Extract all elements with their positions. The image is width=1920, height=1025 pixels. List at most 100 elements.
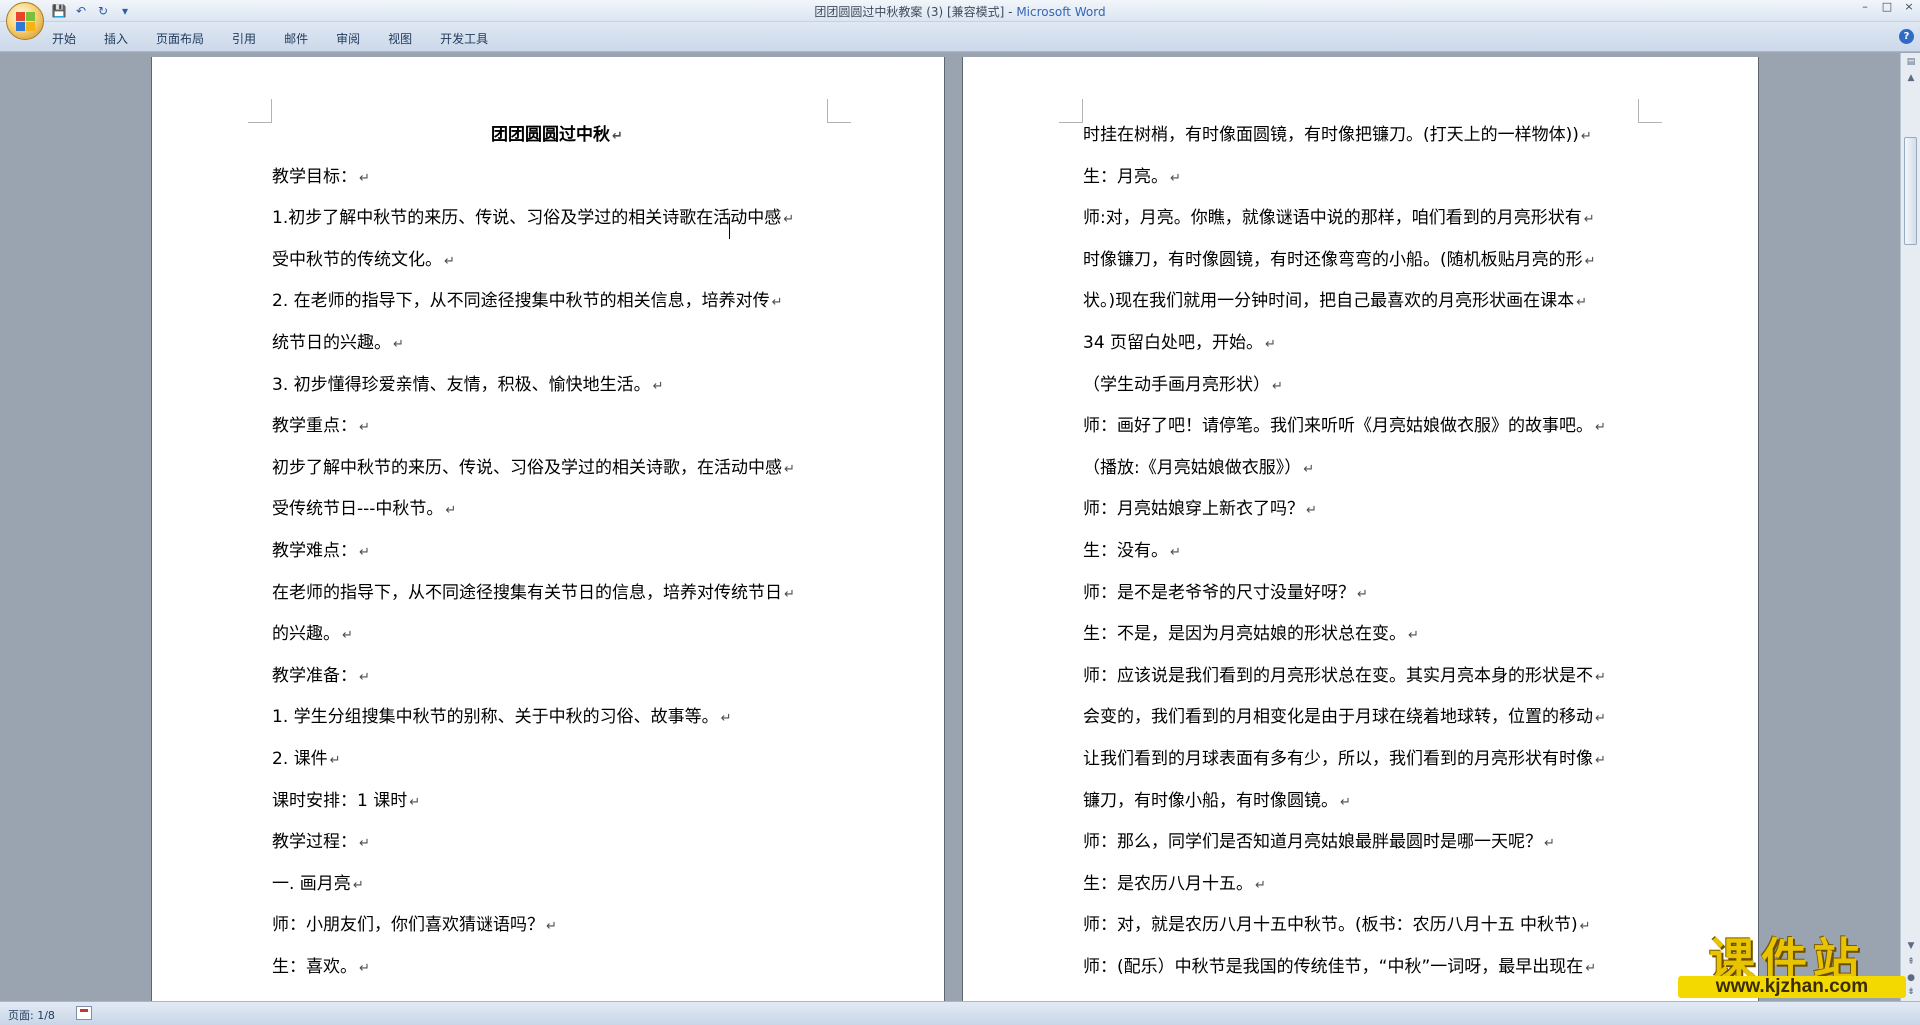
line-text: 师：画好了吧！请停笔。我们来听听《月亮姑娘做衣服》的故事吧。 [1083,416,1593,437]
vertical-scrollbar[interactable]: ▤ ▲ ▼ ⇞ ● ⇟ [1900,53,1920,1001]
paragraph-mark-icon: ↵ [1357,586,1368,602]
close-button[interactable]: × [1898,0,1920,16]
paragraph-mark-icon: ↵ [1595,752,1606,768]
tab-page-layout[interactable]: 页面布局 [156,28,204,49]
paragraph-mark-icon: ↵ [1595,420,1606,436]
document-line[interactable]: 师：那么，同学们是否知道月亮姑娘最胖最圆时是哪一天呢？ ↵ [1083,822,1663,864]
help-icon[interactable]: ? [1899,29,1914,44]
paragraph-mark-icon: ↵ [329,752,341,768]
paragraph-mark-icon: ↵ [612,129,623,144]
document-title-heading[interactable]: 团团圆圆过中秋 ↵ [272,115,842,157]
line-text: 生：喜欢。 [272,956,357,977]
document-line[interactable]: 师：对，就是农历八月十五中秋节。(板书：农历八月十五 中秋节) ↵ [1083,905,1663,947]
scrollbar-thumb[interactable] [1904,137,1917,245]
document-line[interactable]: 生：是农历八月十五。 ↵ [1083,864,1663,906]
document-line[interactable]: 师：应该说是我们看到的月亮形状总在变。其实月亮本身的形状是不 ↵ [1083,656,1663,698]
line-text: 生：没有。 [1083,540,1168,561]
document-line[interactable]: 生：月亮。 ↵ [1083,157,1663,199]
document-line[interactable]: 师：画好了吧！请停笔。我们来听听《月亮姑娘做衣服》的故事吧。 ↵ [1083,406,1663,448]
status-bar: 页面: 1/8 [0,1001,1920,1025]
macro-record-icon[interactable] [76,1006,92,1020]
paragraph-mark-icon: ↵ [1170,170,1181,186]
document-line[interactable]: 师：小朋友们，你们喜欢猜谜语吗？ ↵ [272,905,842,947]
paragraph-mark-icon: ↵ [1306,503,1317,519]
document-line[interactable]: 教学目标： ↵ [272,157,842,199]
document-line[interactable]: 镰刀，有时像小船，有时像圆镜。 ↵ [1083,781,1663,823]
document-line[interactable]: 师：月亮姑娘穿上新衣了吗？ ↵ [1083,489,1663,531]
line-text: 1. 学生分组搜集中秋节的别称、关于中秋的习俗、故事等。 [272,707,719,728]
document-line[interactable]: 时挂在树梢，有时像面圆镜，有时像把镰刀。(打天上的一样物体)) ↵ [1083,115,1663,157]
paragraph-mark-icon: ↵ [359,669,370,685]
document-line[interactable]: （播放:《月亮姑娘做衣服》） ↵ [1083,448,1663,490]
line-text: 师：是不是老爷爷的尺寸没量好呀？ [1083,582,1355,603]
line-text: 教学准备： [272,665,357,686]
minimize-button[interactable]: – [1854,0,1876,16]
paragraph-mark-icon: ↵ [359,170,370,186]
line-text: 统节日的兴趣。 [272,332,391,353]
document-line[interactable]: 时像镰刀，有时像圆镜，有时还像弯弯的小船。(随机板贴月亮的形 ↵ [1083,240,1663,282]
ruler-toggle-icon[interactable]: ▤ [1903,55,1919,69]
document-line[interactable]: 让我们看到的月球表面有多有少，所以，我们看到的月亮形状有时像 ↵ [1083,739,1663,781]
document-line[interactable]: 2. 在老师的指导下，从不同途径搜集中秋节的相关信息，培养对传 ↵ [272,281,842,323]
document-line[interactable]: 生：不是，是因为月亮姑娘的形状总在变。 ↵ [1083,614,1663,656]
tab-review[interactable]: 审阅 [336,28,360,49]
document-line[interactable]: 教学难点： ↵ [272,531,842,573]
document-line[interactable]: 教学准备： ↵ [272,656,842,698]
line-text: 时像镰刀，有时像圆镜，有时还像弯弯的小船。(随机板贴月亮的形 [1083,249,1583,270]
document-line[interactable]: 生：没有。 ↵ [1083,531,1663,573]
document-line[interactable]: 2. 课件 ↵ [272,739,842,781]
paragraph-mark-icon: ↵ [1595,711,1606,727]
tab-references[interactable]: 引用 [232,28,256,49]
tab-home[interactable]: 开始 [52,28,76,49]
document-page-1[interactable]: 团团圆圆过中秋 ↵ 教学目标： ↵ 1.初步了解中秋节的来历、传说、习俗及学过的相关诗歌… [151,57,945,1001]
line-text: 会变的，我们看到的月相变化是由于月球在绕着地球转，位置的移动 [1083,707,1593,728]
paragraph-mark-icon: ↵ [409,794,421,810]
document-line[interactable]: 在老师的指导下，从不同途径搜集有关节日的信息，培养对传统节日 ↵ [272,573,842,615]
document-line[interactable]: 师：是不是老爷爷的尺寸没量好呀？ ↵ [1083,573,1663,615]
app-name: Microsoft Word [1016,5,1106,19]
paragraph-mark-icon: ↵ [1595,669,1606,685]
document-line[interactable]: 教学过程： ↵ [272,822,842,864]
line-text: 的兴趣。 [272,624,340,645]
document-line[interactable]: （学生动手画月亮形状） ↵ [1083,365,1663,407]
paragraph-mark-icon: ↵ [1544,836,1555,852]
tab-developer[interactable]: 开发工具 [440,28,488,49]
document-line[interactable]: 受传统节日---中秋节。 ↵ [272,489,842,531]
scroll-up-icon[interactable]: ▲ [1903,71,1919,85]
tab-mailings[interactable]: 邮件 [284,28,308,49]
document-line[interactable]: 3. 初步懂得珍爱亲情、友情，积极、愉快地生活。 ↵ [272,365,842,407]
line-text: 34 页留白处吧，开始。 [1083,332,1264,353]
office-button[interactable] [6,2,44,40]
paragraph-mark-icon: ↵ [771,295,783,311]
document-line[interactable]: 课时安排：1 课时 ↵ [272,781,842,823]
page-2-text[interactable]: 时挂在树梢，有时像面圆镜，有时像把镰刀。(打天上的一样物体)) ↵ 生：月亮。 ↵ 师:… [1083,115,1663,988]
document-line[interactable]: 受中秋节的传统文化。 ↵ [272,240,842,282]
document-line[interactable]: 1.初步了解中秋节的来历、传说、习俗及学过的相关诗歌在活动中感 ↵ [272,198,842,240]
ribbon: 开始 插入 页面布局 引用 邮件 审阅 视图 开发工具 ? [0,22,1920,52]
document-line[interactable]: 生：喜欢。 ↵ [272,947,842,989]
document-page-2[interactable]: 时挂在树梢，有时像面圆镜，有时像把镰刀。(打天上的一样物体)) ↵ 生：月亮。 ↵ 师:… [962,57,1759,1001]
paragraph-mark-icon: ↵ [342,628,353,644]
document-line[interactable]: 34 页留白处吧，开始。 ↵ [1083,323,1663,365]
document-line[interactable]: 会变的，我们看到的月相变化是由于月球在绕着地球转，位置的移动 ↵ [1083,697,1663,739]
document-line[interactable]: 状。)现在我们就用一分钟时间，把自己最喜欢的月亮形状画在课本 ↵ [1083,281,1663,323]
document-line[interactable]: 初步了解中秋节的来历、传说、习俗及学过的相关诗歌，在活动中感 ↵ [272,448,842,490]
paragraph-mark-icon: ↵ [784,461,795,477]
document-line[interactable]: 教学重点： ↵ [272,406,842,448]
paragraph-mark-icon: ↵ [393,336,404,352]
tab-view[interactable]: 视图 [388,28,412,49]
page-1-text[interactable]: 团团圆圆过中秋 ↵ 教学目标： ↵ 1.初步了解中秋节的来历、传说、习俗及学过的相关诗歌… [272,115,842,988]
document-line[interactable]: 一. 画月亮 ↵ [272,864,842,906]
document-title: 团团圆圆过中秋教案 (3) [兼容模式] - [814,5,1017,19]
paragraph-mark-icon: ↵ [359,960,370,976]
line-text: 团团圆圆过中秋 [491,125,611,145]
line-text: 生：不是，是因为月亮姑娘的形状总在变。 [1083,624,1406,645]
page-count-status[interactable]: 页面: 1/8 [8,1007,55,1023]
document-line[interactable]: 1. 学生分组搜集中秋节的别称、关于中秋的习俗、故事等。 ↵ [272,697,842,739]
document-line[interactable]: 师：(配乐）中秋节是我国的传统佳节，“中秋”一词呀，最早出现在 ↵ [1083,947,1663,989]
tab-insert[interactable]: 插入 [104,28,128,49]
document-line[interactable]: 的兴趣。 ↵ [272,614,842,656]
document-line[interactable]: 统节日的兴趣。 ↵ [272,323,842,365]
maximize-button[interactable]: □ [1876,0,1898,16]
document-line[interactable]: 师:对，月亮。你瞧，就像谜语中说的那样，咱们看到的月亮形状有 ↵ [1083,198,1663,240]
